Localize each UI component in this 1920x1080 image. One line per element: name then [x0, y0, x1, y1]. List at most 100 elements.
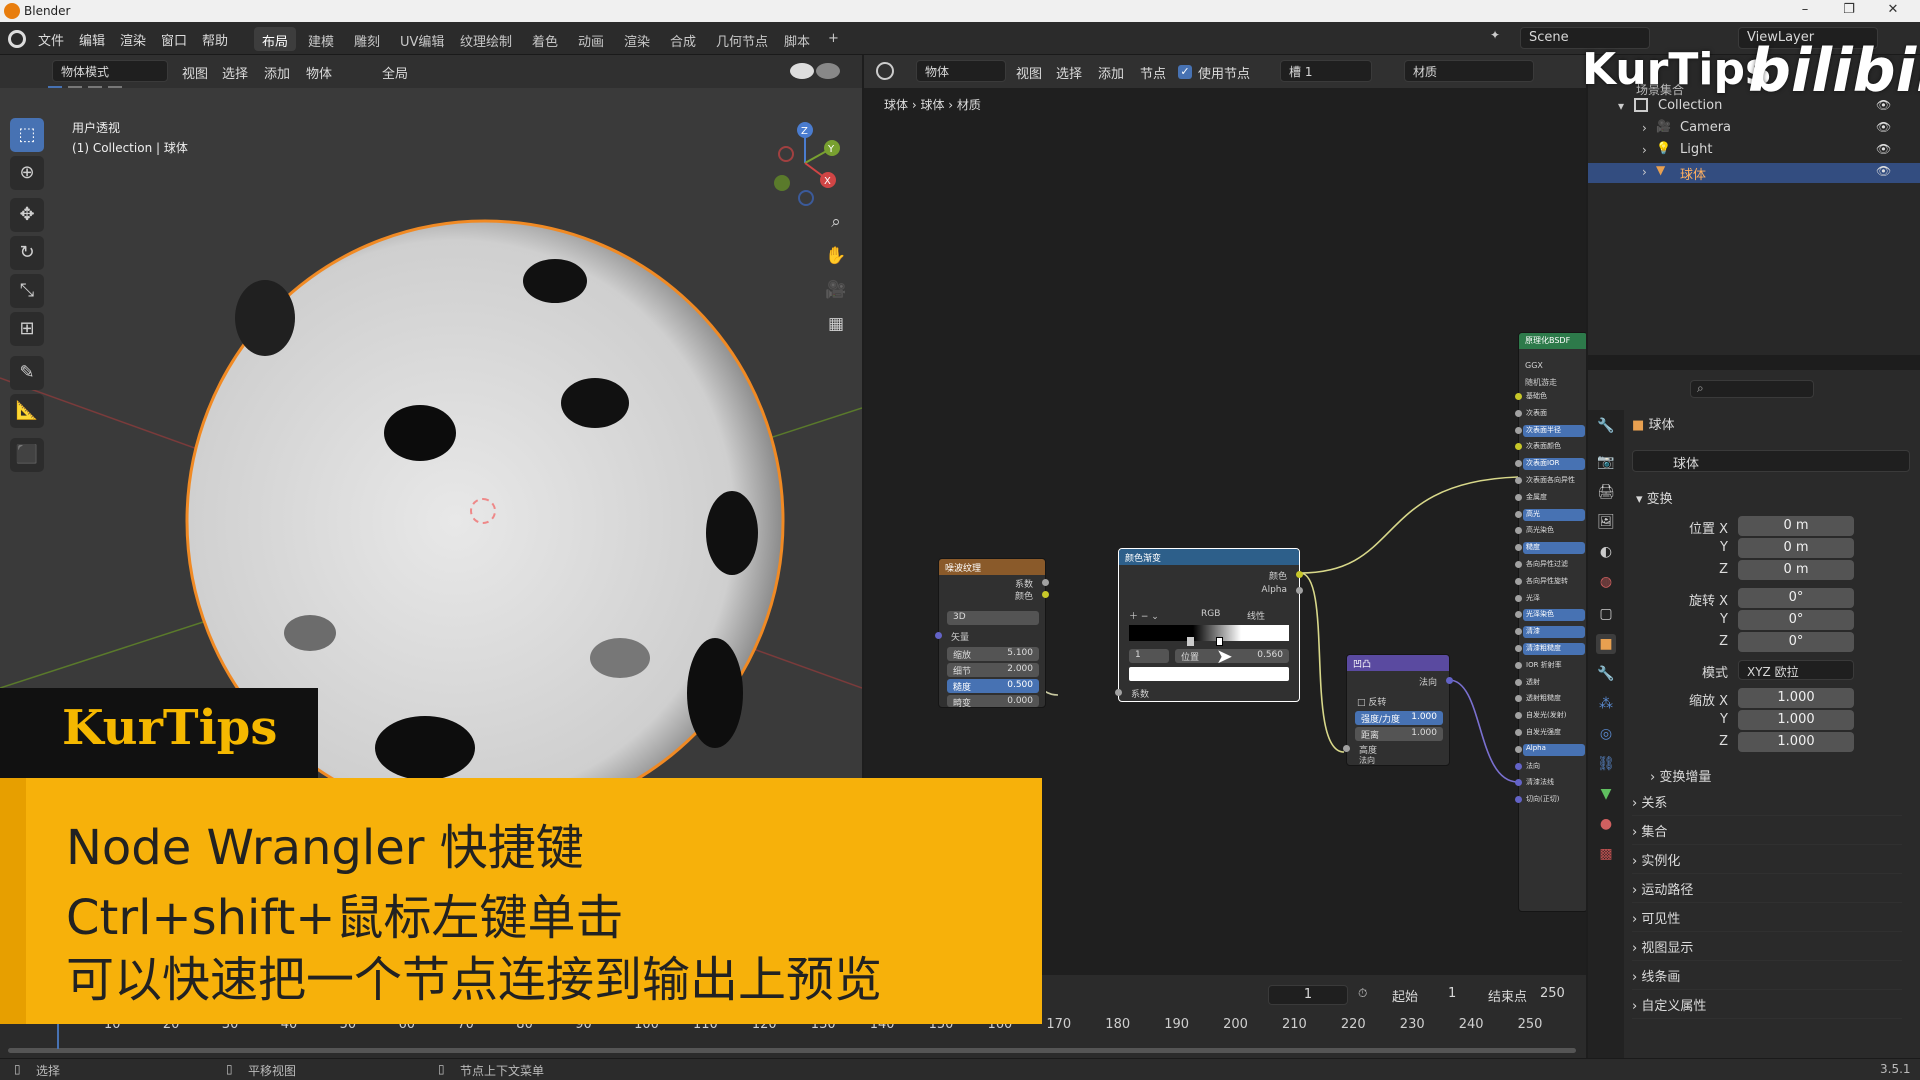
- location-x-field[interactable]: 0 m: [1738, 516, 1854, 536]
- add-cube-tool[interactable]: ⬛: [10, 438, 44, 472]
- menu-render[interactable]: 渲染: [120, 30, 146, 49]
- bsdf-input-4[interactable]: 次表面IOR: [1523, 458, 1585, 471]
- add-workspace-button[interactable]: +: [820, 27, 847, 51]
- texture-tab-icon[interactable]: ▩: [1596, 844, 1616, 864]
- modifier-tab-icon[interactable]: 🔧: [1596, 664, 1616, 684]
- noise-node-header[interactable]: 噪波纹理: [939, 559, 1045, 575]
- bsdf-input-socket[interactable]: [1515, 745, 1522, 753]
- bump-strength-field[interactable]: 强度/力度 1.000: [1355, 711, 1443, 725]
- rotation-z-field[interactable]: 0°: [1738, 632, 1854, 652]
- bsdf-input-socket[interactable]: [1515, 645, 1522, 652]
- bump-node-header[interactable]: 凹凸: [1347, 655, 1449, 671]
- noise-scale-field[interactable]: 缩放 5.100: [947, 647, 1039, 661]
- color-ramp-header[interactable]: 颜色渐变: [1119, 549, 1299, 565]
- viewport-menu-object[interactable]: 物体: [306, 63, 332, 82]
- minimize-button[interactable]: –: [1790, 2, 1820, 20]
- expand-sphere-icon[interactable]: ›: [1642, 165, 1647, 179]
- noise-detail-field[interactable]: 细节 2.000: [947, 663, 1039, 677]
- delta-transform-subpanel[interactable]: › 变换增量: [1650, 766, 1711, 785]
- bump-invert-checkbox[interactable]: □ 反转: [1357, 695, 1386, 708]
- noise-texture-node[interactable]: 噪波纹理 系数 颜色 3D 矢量 缩放 5.100 细节 2.000 糙度 0.500…: [935, 558, 1049, 709]
- bsdf-distribution[interactable]: GGX: [1525, 361, 1543, 370]
- end-frame-field[interactable]: 250: [1540, 986, 1565, 1001]
- scale-z-field[interactable]: 1.000: [1738, 732, 1854, 752]
- bump-height-socket[interactable]: [1343, 745, 1350, 752]
- current-frame-field[interactable]: 1: [1268, 985, 1348, 1005]
- ramp-color-mode-dropdown[interactable]: RGB: [1201, 609, 1220, 619]
- noise-fac-socket[interactable]: [1042, 579, 1049, 586]
- bsdf-input-21[interactable]: Alpha: [1523, 743, 1585, 756]
- bsdf-input-socket[interactable]: [1515, 409, 1522, 417]
- bsdf-input-socket[interactable]: [1515, 779, 1522, 787]
- collections-panel[interactable]: › 集合: [1632, 821, 1902, 845]
- bsdf-input-14[interactable]: 清漆: [1523, 626, 1585, 639]
- ramp-fac-socket[interactable]: [1115, 689, 1122, 696]
- bsdf-input-16[interactable]: IOR 折射率: [1523, 660, 1585, 672]
- world-tab-icon[interactable]: ◍: [1596, 572, 1616, 592]
- cursor-tool[interactable]: ⊕: [10, 156, 44, 190]
- pan-hand-icon[interactable]: ✋: [822, 242, 850, 270]
- bsdf-input-15[interactable]: 清漆粗糙度: [1523, 643, 1585, 655]
- bsdf-input-24[interactable]: 切向(正切): [1523, 794, 1585, 806]
- relations-panel[interactable]: › 关系: [1632, 792, 1902, 816]
- bsdf-node-header[interactable]: 原理化BSDF: [1519, 333, 1586, 349]
- rotation-y-field[interactable]: 0°: [1738, 610, 1854, 630]
- motion-paths-panel[interactable]: › 运动路径: [1632, 879, 1902, 903]
- node-menu-view[interactable]: 视图: [1016, 63, 1042, 82]
- bsdf-sss-method[interactable]: 随机游走: [1525, 377, 1557, 388]
- menu-edit[interactable]: 编辑: [79, 30, 105, 49]
- timeline-scrollbar[interactable]: [8, 1048, 1576, 1053]
- ramp-active-index[interactable]: 1: [1129, 649, 1169, 663]
- bsdf-input-1[interactable]: 次表面: [1523, 408, 1585, 420]
- preview-range-icon[interactable]: ⏱: [1358, 986, 1367, 1001]
- use-nodes-checkbox[interactable]: ✓: [1178, 65, 1192, 79]
- workspace-tab-uv[interactable]: UV编辑: [392, 27, 452, 51]
- location-y-field[interactable]: 0 m: [1738, 538, 1854, 558]
- editor-type-icon[interactable]: [876, 62, 894, 80]
- rotate-tool[interactable]: ↻: [10, 236, 44, 270]
- line-art-panel[interactable]: › 线条画: [1632, 966, 1902, 990]
- noise-dimensions-dropdown[interactable]: 3D: [947, 611, 1039, 625]
- maximize-button[interactable]: ❐: [1834, 2, 1864, 20]
- collection-tab-icon[interactable]: ▢: [1596, 604, 1616, 624]
- noise-color-socket[interactable]: [1042, 591, 1049, 598]
- menu-file[interactable]: 文件: [38, 30, 64, 49]
- noise-distortion-field[interactable]: 畸变 0.000: [947, 695, 1039, 709]
- scale-tool[interactable]: ⤡: [10, 274, 44, 308]
- menu-help[interactable]: 帮助: [202, 30, 228, 49]
- close-window-button[interactable]: ✕: [1878, 2, 1908, 20]
- transform-orientation-dropdown[interactable]: 全局: [382, 63, 408, 82]
- bsdf-input-socket[interactable]: [1515, 443, 1522, 451]
- bsdf-input-2[interactable]: 次表面半径: [1523, 424, 1585, 437]
- outliner-row-light[interactable]: › 💡 Light 👁: [1588, 141, 1920, 161]
- material-slot-dropdown[interactable]: 槽 1: [1280, 60, 1372, 82]
- node-menu-add[interactable]: 添加: [1098, 63, 1124, 82]
- object-mode-dropdown[interactable]: 物体模式: [52, 60, 168, 82]
- instancing-panel[interactable]: › 实例化: [1632, 850, 1902, 874]
- bsdf-input-socket[interactable]: [1515, 477, 1522, 484]
- workspace-tab-sculpt[interactable]: 雕刻: [346, 27, 388, 51]
- color-ramp-gradient[interactable]: [1129, 625, 1289, 641]
- bsdf-input-12[interactable]: 光泽: [1523, 593, 1585, 605]
- workspace-tab-scripting[interactable]: 脚本: [776, 27, 818, 51]
- bsdf-input-socket[interactable]: [1515, 577, 1522, 585]
- select-box-tool[interactable]: ⬚: [10, 118, 44, 152]
- bsdf-input-18[interactable]: 透射粗糙度: [1523, 693, 1585, 705]
- tool-tab-icon[interactable]: 🔧: [1596, 416, 1616, 436]
- blender-menu-icon[interactable]: [8, 30, 26, 48]
- camera-view-icon[interactable]: 🎥: [822, 276, 850, 304]
- viewport-display-panel[interactable]: › 视图显示: [1632, 937, 1902, 961]
- viewport-menu-view[interactable]: 视图: [182, 63, 208, 82]
- bsdf-input-socket[interactable]: [1515, 510, 1522, 518]
- noise-vector-socket[interactable]: [935, 632, 942, 639]
- node-menu-select[interactable]: 选择: [1056, 63, 1082, 82]
- bsdf-input-22[interactable]: 法向: [1523, 761, 1585, 773]
- bump-normal-out-socket[interactable]: [1446, 677, 1453, 684]
- bsdf-input-socket[interactable]: [1515, 544, 1522, 552]
- workspace-tab-texture-paint[interactable]: 纹理绘制: [452, 27, 520, 51]
- bsdf-input-socket[interactable]: [1515, 678, 1522, 686]
- view-layer-tab-icon[interactable]: 🖼: [1596, 512, 1616, 532]
- bsdf-input-23[interactable]: 清漆法线: [1523, 777, 1585, 789]
- scale-y-field[interactable]: 1.000: [1738, 710, 1854, 730]
- ramp-add-stop-icon[interactable]: ＋ − ⌄: [1129, 609, 1159, 622]
